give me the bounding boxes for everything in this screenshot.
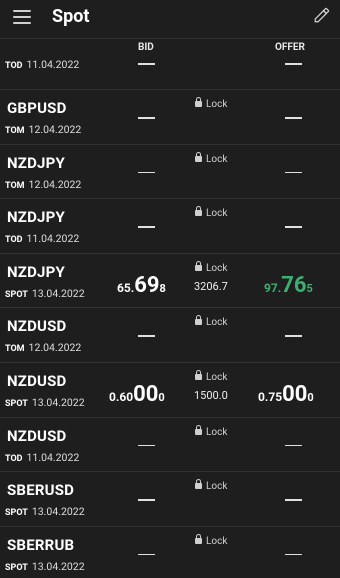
edit-pencil-icon[interactable]	[313, 6, 331, 24]
symbol-label: NZDJPY	[7, 208, 65, 227]
tenor-date: TOM 12.04.2022	[5, 123, 82, 136]
tenor-date: TOD 11.04.2022	[5, 450, 80, 464]
bid-empty[interactable]	[138, 444, 155, 447]
symbol-label: NZDJPY	[7, 262, 65, 281]
lock-toggle[interactable]: Lock	[195, 533, 227, 547]
lock-icon	[195, 533, 202, 544]
offer-price-button[interactable]: 97.765	[264, 273, 313, 298]
quote-row[interactable]: SBERRUB SPOT 13.04.2022 Lock	[0, 525, 340, 578]
offer-empty[interactable]	[285, 444, 302, 447]
tenor-date: TOM 12.04.2022	[5, 341, 82, 355]
lock-icon	[195, 315, 202, 326]
page-title: Spot	[52, 6, 90, 27]
bid-empty[interactable]	[138, 226, 155, 228]
tenor-date: SPOT 13.04.2022	[5, 395, 85, 409]
bid-price-button[interactable]: 0.60000	[109, 382, 165, 407]
offer-empty[interactable]	[285, 117, 302, 119]
quote-row[interactable]: NZDJPY TOM 12.04.2022 Lock	[0, 143, 340, 199]
tenor-date: SPOT 13.04.2022	[5, 559, 85, 573]
symbol-label: GBPUSD	[7, 99, 67, 117]
offer-empty[interactable]	[285, 553, 302, 556]
bid-empty[interactable]	[138, 63, 155, 65]
quote-list: BID OFFER TOD 11.04.2022 GBPUSD TOM 12.04.…	[0, 38, 340, 578]
offer-empty[interactable]	[285, 226, 302, 228]
lock-toggle[interactable]: Lock	[195, 206, 227, 219]
offer-empty[interactable]	[285, 63, 302, 65]
symbol-label: NZDUSD	[7, 426, 67, 445]
lock-icon	[195, 424, 202, 435]
lock-toggle[interactable]: Lock	[195, 97, 227, 110]
symbol-label: NZDUSD	[7, 371, 67, 390]
lock-toggle[interactable]: Lock	[195, 369, 227, 383]
bid-empty[interactable]	[138, 117, 155, 119]
offer-column-header: OFFER	[275, 42, 305, 53]
bid-empty[interactable]	[138, 335, 155, 337]
offer-empty[interactable]	[285, 499, 302, 501]
lock-icon	[195, 369, 202, 380]
lock-toggle[interactable]: Lock	[195, 315, 227, 328]
hamburger-menu-icon[interactable]	[13, 10, 31, 24]
symbol-label: SBERRUB	[7, 535, 75, 554]
tenor-date: SPOT 13.04.2022	[5, 505, 85, 519]
symbol-label: NZDJPY	[7, 153, 65, 172]
lock-toggle[interactable]: Lock	[195, 479, 227, 492]
spread-value: 1500.0	[194, 388, 228, 402]
lock-toggle[interactable]: Lock	[195, 151, 227, 165]
lock-icon	[195, 260, 202, 271]
tenor-date: SPOT 13.04.2022	[5, 286, 85, 300]
quote-row[interactable]: NZDUSD TOD 11.04.2022 Lock	[0, 416, 340, 472]
tenor-date: TOM 12.04.2022	[5, 177, 82, 191]
bid-empty[interactable]	[138, 171, 155, 174]
symbol-label: NZDUSD	[7, 317, 67, 336]
offer-empty[interactable]	[285, 171, 302, 174]
spread-value: 3206.7	[194, 279, 228, 293]
offer-price-button[interactable]: 0.75000	[258, 382, 314, 407]
quote-row[interactable]: NZDJPY TOD 11.04.2022 Lock	[0, 198, 340, 253]
bid-empty[interactable]	[138, 553, 155, 556]
lock-toggle[interactable]: Lock	[195, 424, 227, 438]
quote-row[interactable]: SBERUSD SPOT 13.04.2022 Lock	[0, 471, 340, 526]
quote-row[interactable]: NZDUSD TOM 12.04.2022 Lock	[0, 307, 340, 362]
quote-row[interactable]: GBPUSD TOM 12.04.2022 Lock	[0, 89, 340, 144]
lock-toggle[interactable]: Lock	[195, 260, 227, 274]
bid-price-button[interactable]: 65.698	[117, 273, 166, 298]
tenor-date: TOD 11.04.2022	[5, 232, 80, 246]
symbol-label: SBERUSD	[7, 481, 75, 500]
offer-empty[interactable]	[285, 335, 302, 337]
lock-icon	[195, 206, 202, 217]
app-bar: Spot	[0, 0, 340, 38]
quote-row[interactable]: NZDJPY SPOT 13.04.2022 Lock 3206.7 65.698…	[0, 252, 340, 308]
lock-icon	[195, 479, 202, 490]
bid-column-header: BID	[138, 42, 154, 53]
quote-row[interactable]: NZDUSD SPOT 13.04.2022 Lock 1500.0 0.6000…	[0, 361, 340, 417]
lock-icon	[195, 151, 202, 162]
lock-icon	[195, 97, 202, 107]
quote-row[interactable]: BID OFFER TOD 11.04.2022	[0, 38, 340, 89]
bid-empty[interactable]	[138, 499, 155, 501]
tenor-date: TOD 11.04.2022	[5, 58, 80, 71]
